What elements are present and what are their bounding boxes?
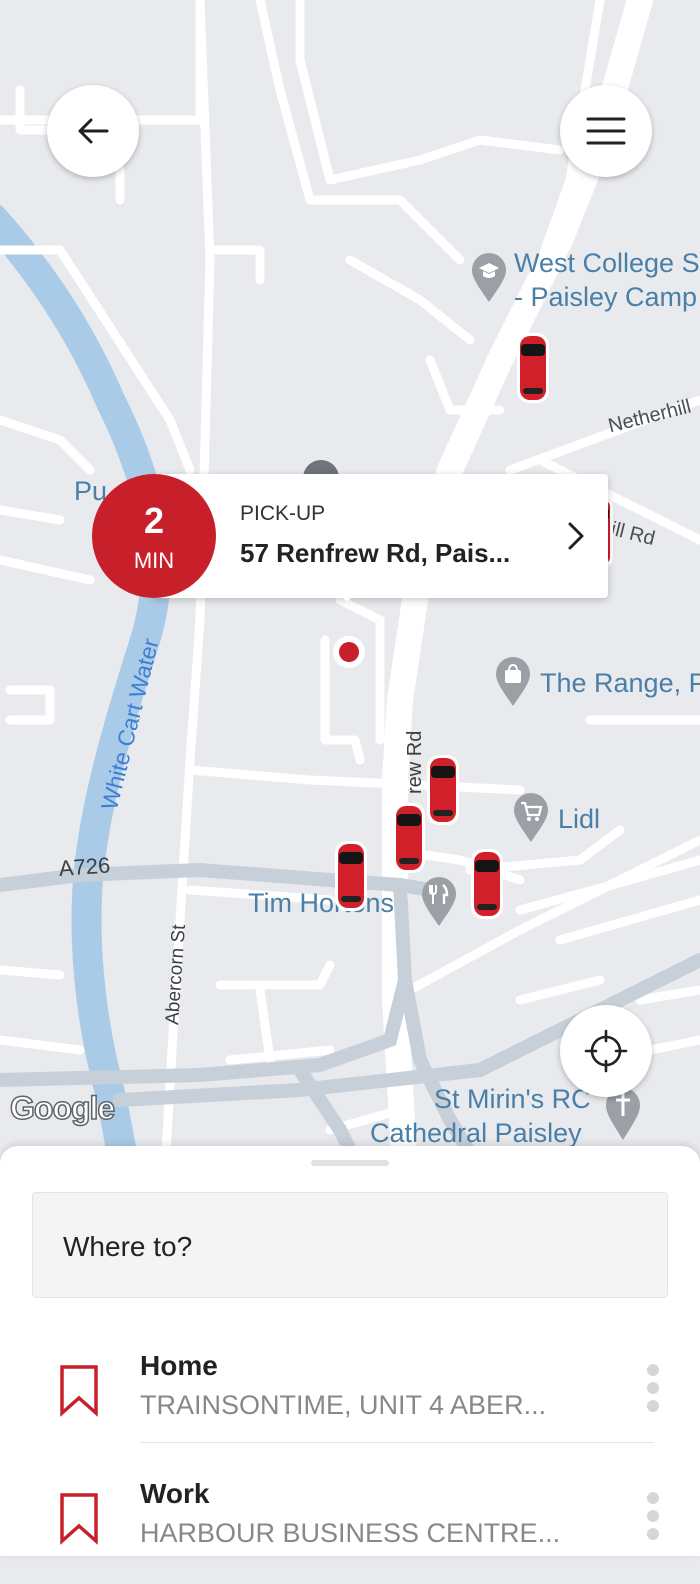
car-icon (427, 755, 459, 825)
favorite-title: Home (140, 1350, 218, 1381)
more-options-icon[interactable] (644, 1364, 662, 1420)
car-icon (335, 841, 367, 911)
menu-button[interactable] (560, 85, 652, 177)
restaurant-pin-icon[interactable] (420, 876, 458, 928)
eta-badge: 2 MIN (92, 474, 216, 598)
bookmark-icon (60, 1493, 98, 1545)
favorite-title: Work (140, 1478, 210, 1509)
car-icon (471, 849, 503, 919)
pickup-label: PICK-UP (240, 502, 326, 525)
my-location-button[interactable] (560, 1005, 652, 1097)
destination-search-placeholder: Where to? (63, 1231, 193, 1262)
map-label-tim-hortons[interactable]: Tim Hortons (248, 888, 394, 919)
car-icon (393, 803, 425, 873)
map-label-st-mirins[interactable]: St Mirin's RC (434, 1084, 591, 1115)
list-divider (140, 1442, 654, 1443)
school-pin-icon[interactable] (470, 252, 508, 304)
map-label-cathedral[interactable]: Cathedral Paisley (370, 1118, 582, 1149)
pickup-card[interactable]: 2 MIN PICK-UP 57 Renfrew Rd, Pais... (92, 474, 608, 602)
pickup-card-body[interactable] (152, 474, 608, 598)
pickup-card-pointer (338, 592, 356, 602)
crosshair-icon (584, 1029, 628, 1073)
map-label-lidl[interactable]: Lidl (558, 804, 600, 835)
google-logo: Google (9, 1089, 116, 1127)
map-label-west-college[interactable]: West College S (514, 248, 700, 279)
bottom-sheet: Where to? Home TRAINSONTIME, UNIT 4 ABER… (0, 1146, 700, 1556)
map-label-a726: A726 (58, 852, 112, 881)
favorite-item-work[interactable]: Work HARBOUR BUSINESS CENTRE... (0, 1464, 700, 1584)
eta-unit: MIN (133, 548, 175, 573)
chevron-right-icon[interactable] (562, 518, 590, 554)
favorite-address: HARBOUR BUSINESS CENTRE... (140, 1518, 561, 1548)
more-options-icon[interactable] (644, 1492, 662, 1548)
map-view[interactable]: West College S - Paisley Camp Netherhill… (0, 0, 700, 1170)
shopping-bag-pin-icon[interactable] (494, 656, 532, 708)
map-label-west-college-campus[interactable]: - Paisley Camp (514, 282, 697, 313)
map-label-the-range[interactable]: The Range, P (540, 668, 700, 699)
bookmark-icon (60, 1365, 98, 1417)
arrow-left-icon (78, 118, 109, 144)
pickup-address: 57 Renfrew Rd, Pais... (240, 538, 511, 568)
favorite-address: TRAINSONTIME, UNIT 4 ABER... (140, 1390, 547, 1420)
hamburger-menu-icon (586, 117, 626, 145)
destination-search-field[interactable]: Where to? (32, 1192, 668, 1298)
car-icon (517, 333, 549, 403)
favorite-item-home[interactable]: Home TRAINSONTIME, UNIT 4 ABER... (0, 1336, 700, 1456)
back-button[interactable] (47, 85, 139, 177)
sheet-drag-handle[interactable] (311, 1160, 389, 1166)
eta-value: 2 (143, 500, 165, 541)
shopping-cart-pin-icon[interactable] (512, 792, 550, 844)
